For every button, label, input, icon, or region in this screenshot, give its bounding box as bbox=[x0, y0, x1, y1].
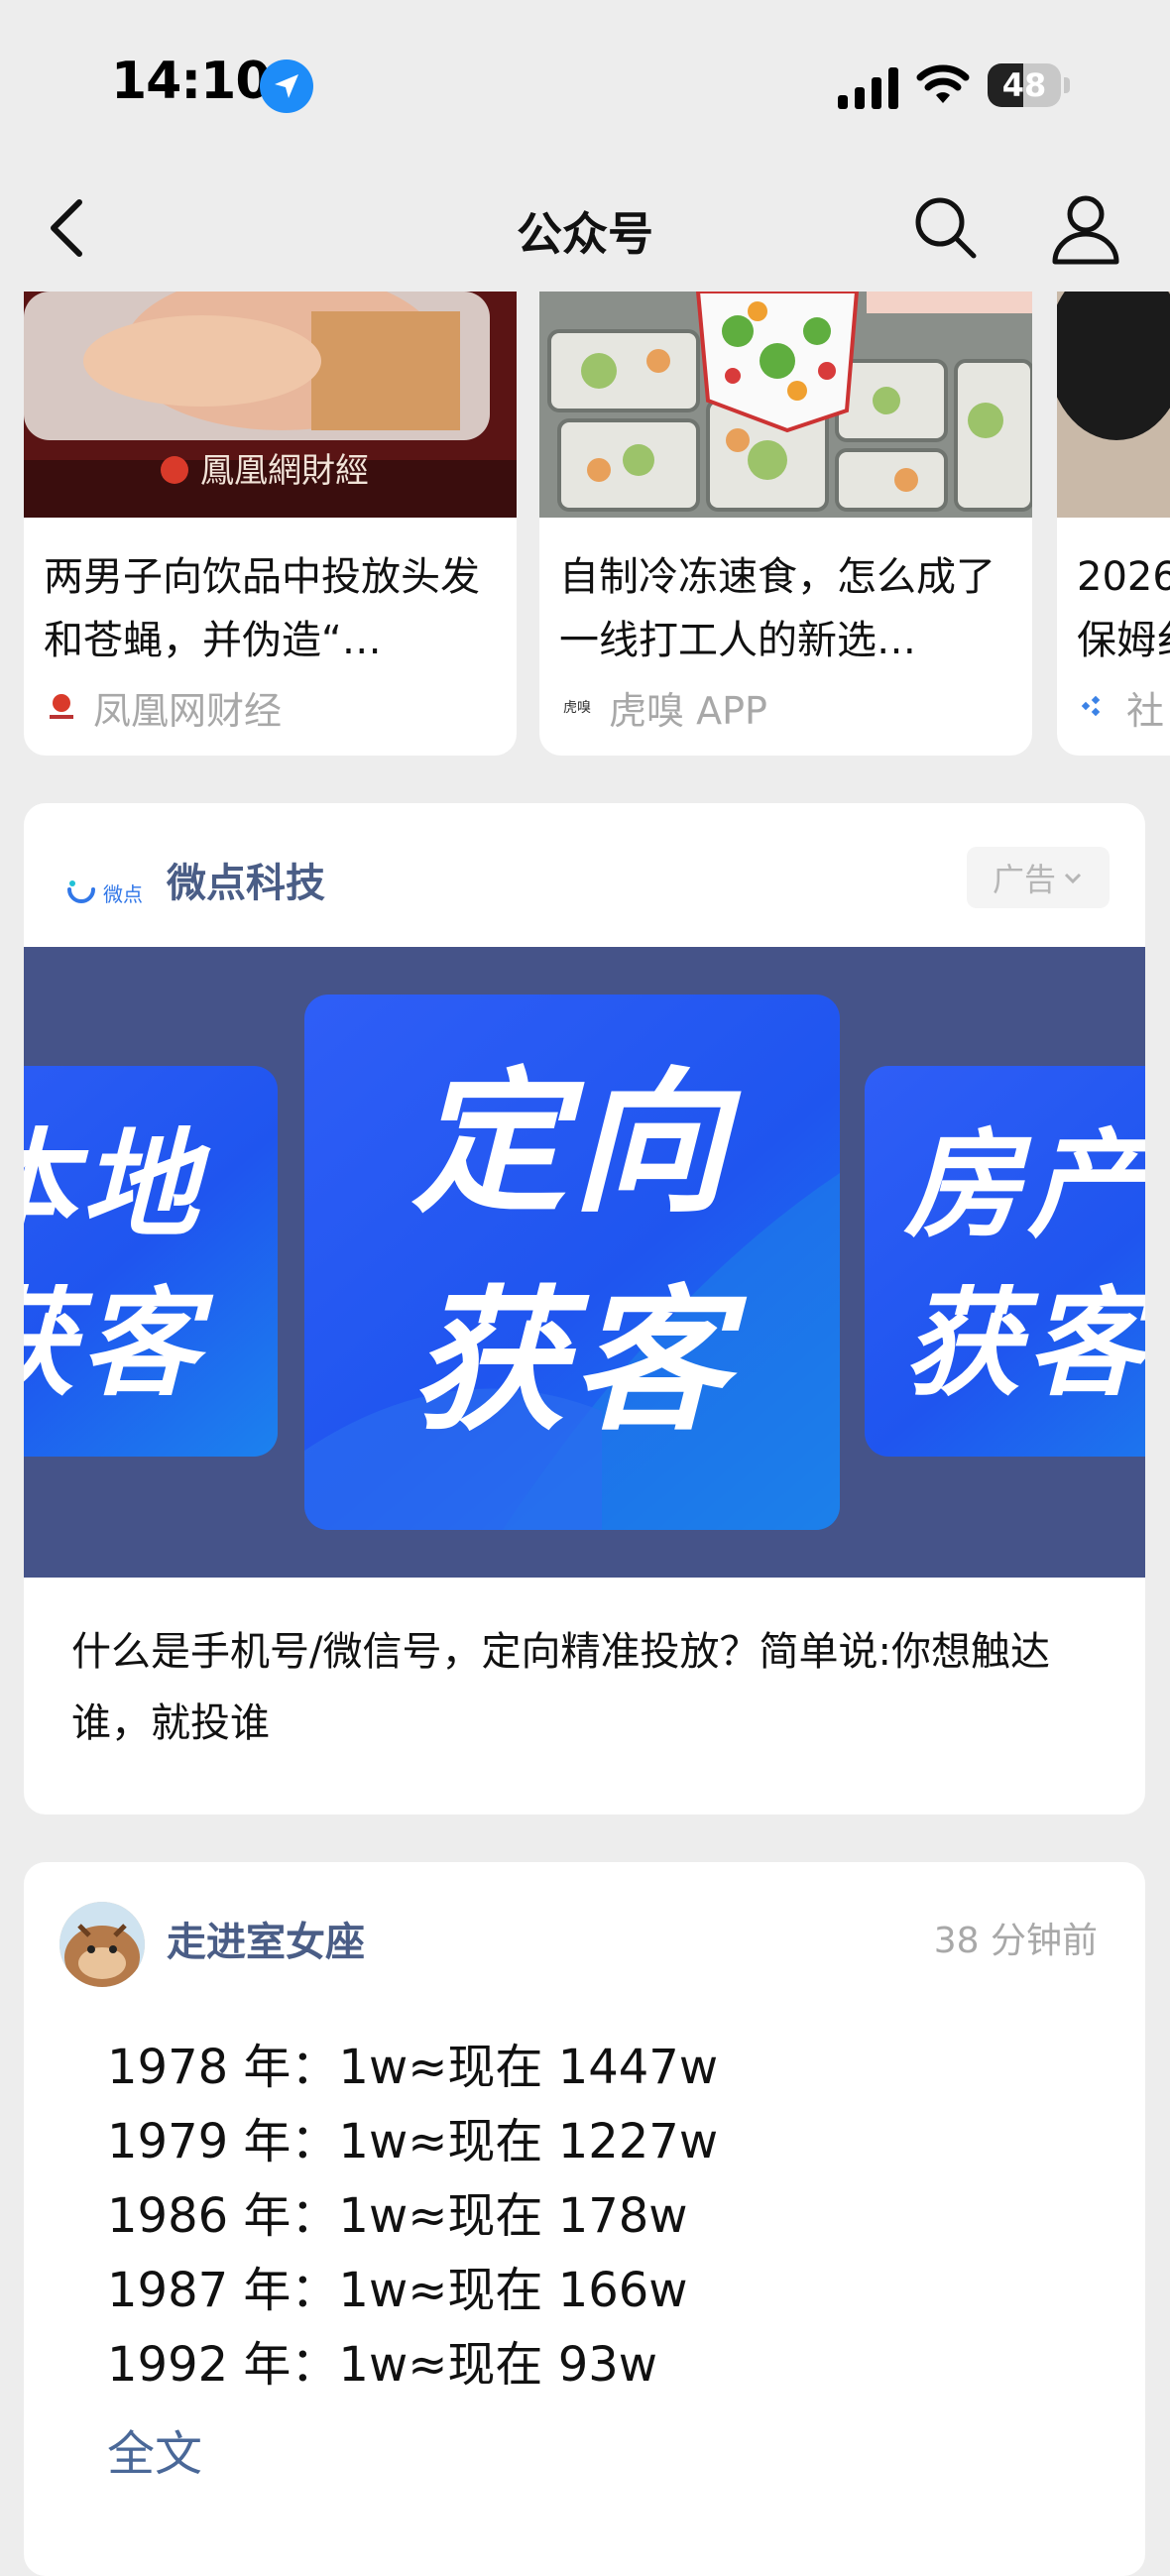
ad-tile-left: 本地 获客 bbox=[24, 1066, 278, 1457]
article-source-name: 虎嗅 APP bbox=[609, 688, 767, 733]
ad-tile-right: 房产 获客 bbox=[865, 1066, 1145, 1457]
post-line: 1978 年：1w≈现在 1447w bbox=[107, 2040, 719, 2095]
article-card[interactable]: 2026 保姆纟 社 bbox=[1057, 292, 1170, 756]
ad-tile-right-text: 房产 获客 bbox=[904, 1116, 1145, 1412]
post-body[interactable]: 1978 年：1w≈现在 1447w 1979 年：1w≈现在 1227w 19… bbox=[107, 2031, 999, 2402]
article-source: 凤凰网财经 bbox=[44, 682, 283, 733]
article-card[interactable]: 鳳凰網財經 两男子向饮品中投放头发和苍蝇，并伪造“… 凤凰网财经 bbox=[24, 292, 517, 756]
ifeng-logo-icon bbox=[50, 694, 73, 719]
ad-tile-center-text: 定向 获客 bbox=[411, 1053, 733, 1452]
post-timestamp: 38 分钟前 bbox=[933, 1921, 1098, 1961]
status-bar: 14:10 48 bbox=[0, 0, 1170, 169]
avatar[interactable] bbox=[59, 1902, 145, 1987]
advertiser-logo-text: 微点 bbox=[103, 881, 143, 906]
article-source: 社 bbox=[1077, 682, 1165, 733]
ad-tile-center: 定向 获客 bbox=[304, 995, 840, 1530]
nav-bar: 公众号 bbox=[0, 169, 1170, 288]
article-title: 两男子向饮品中投放头发和苍蝇，并伪造“… bbox=[44, 554, 480, 663]
article-thumbnail bbox=[1057, 292, 1170, 518]
location-arrow-icon bbox=[260, 59, 313, 113]
page-title: 公众号 bbox=[517, 207, 653, 261]
search-icon[interactable] bbox=[910, 192, 980, 262]
ad-badge[interactable]: 广告 bbox=[967, 847, 1110, 908]
ad-badge-label: 广告 bbox=[992, 861, 1056, 898]
advertiser-logo: 微点 bbox=[63, 863, 143, 922]
read-full-text-link[interactable]: 全文 bbox=[107, 2417, 202, 2492]
post-line: 1979 年：1w≈现在 1227w bbox=[107, 2114, 719, 2169]
source-logo-icon bbox=[1081, 695, 1101, 717]
article-title: 2026 保姆纟 bbox=[1077, 554, 1170, 663]
article-source-name: 凤凰网财经 bbox=[93, 688, 283, 733]
wifi-icon bbox=[916, 64, 970, 103]
post-line: 1992 年：1w≈现在 93w bbox=[107, 2337, 658, 2393]
battery-icon: 48 bbox=[988, 63, 1070, 107]
ad-tile-left-text: 本地 获客 bbox=[24, 1116, 204, 1412]
post-line: 1987 年：1w≈现在 166w bbox=[107, 2263, 688, 2318]
article-carousel[interactable]: 鳳凰網財經 两男子向饮品中投放头发和苍蝇，并伪造“… 凤凰网财经 自制冷冻速食，… bbox=[0, 292, 1170, 758]
huxiu-logo-icon: 虎嗅 bbox=[563, 700, 591, 716]
thumbnail-caption: 鳳凰網財經 bbox=[200, 451, 369, 491]
weidian-logo-icon bbox=[67, 880, 95, 903]
article-title: 自制冷冻速食，怎么成了一线打工人的新选… bbox=[559, 554, 995, 663]
cellular-signal-icon bbox=[838, 67, 898, 109]
battery-level-text: 48 bbox=[1001, 66, 1047, 104]
chevron-down-icon bbox=[1064, 873, 1082, 884]
advertiser-name[interactable]: 微点科技 bbox=[167, 851, 325, 908]
status-time: 14:10 bbox=[111, 52, 272, 111]
post-line: 1986 年：1w≈现在 178w bbox=[107, 2188, 688, 2244]
article-thumbnail bbox=[539, 292, 1032, 518]
article-card[interactable]: 自制冷冻速食，怎么成了一线打工人的新选… 虎嗅 虎嗅 APP bbox=[539, 292, 1032, 756]
profile-icon[interactable] bbox=[1049, 192, 1122, 266]
article-source-name: 社 bbox=[1126, 688, 1165, 733]
ad-banner-image[interactable]: 本地 获客 定向 获客 房产 获客 bbox=[24, 947, 1145, 1578]
article-source: 虎嗅 虎嗅 APP bbox=[559, 682, 767, 733]
ad-description[interactable]: 什么是手机号/微信号，定向精准投放？简单说:你想触达谁，就投谁 bbox=[71, 1616, 1098, 1759]
article-thumbnail: 鳳凰網財經 bbox=[24, 292, 517, 518]
post-card[interactable]: 走进室女座 38 分钟前 1978 年：1w≈现在 1447w 1979 年：1… bbox=[24, 1862, 1145, 2576]
post-author[interactable]: 走进室女座 bbox=[167, 1910, 365, 1967]
ad-card[interactable]: 微点 微点科技 广告 本地 获客 定向 获客 房产 获客 什么是手机号/微信号，… bbox=[24, 803, 1145, 1815]
